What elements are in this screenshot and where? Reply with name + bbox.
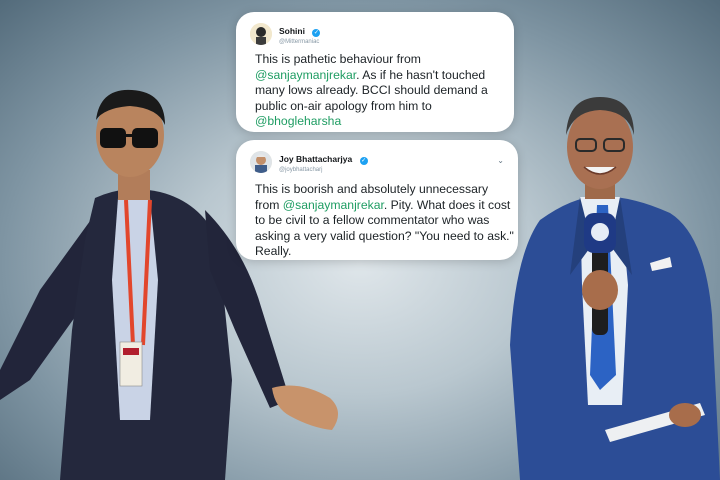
man-with-microphone-figure <box>510 97 720 480</box>
mention-link[interactable]: @bhogleharsha <box>255 114 341 128</box>
tweet-text: This is boorish and absolutely unnecessa… <box>255 182 515 260</box>
tweet-author-name[interactable]: Joy Bhattacharjya <box>279 154 352 164</box>
tweet-text-segment: This is pathetic behaviour from <box>255 52 421 66</box>
tweet-header: Joy Bhattacharjya ✓ @joybhattacharj <box>250 150 368 173</box>
tweet-card-sohini: Sohini ✓ @Mittermaniac This is pathetic … <box>236 12 514 132</box>
photo-collage: Sohini ✓ @Mittermaniac This is pathetic … <box>0 0 720 480</box>
verified-badge-icon: ✓ <box>359 157 368 165</box>
avatar <box>250 22 272 45</box>
mention-link[interactable]: @sanjaymanjrekar <box>255 68 356 82</box>
tweet-author-handle[interactable]: @Mittermaniac <box>279 39 320 45</box>
tweet-author-handle[interactable]: @joybhattacharj <box>279 167 368 173</box>
tweet-header: Sohini ✓ @Mittermaniac <box>250 22 321 45</box>
avatar <box>250 150 272 173</box>
verified-badge-icon: ✓ <box>312 29 321 37</box>
tweet-text: This is pathetic behaviour from @sanjaym… <box>255 52 505 130</box>
mention-link[interactable]: @sanjaymanjrekar <box>283 198 384 212</box>
tweet-card-joy: Joy Bhattacharjya ✓ @joybhattacharj ⌄ Th… <box>236 140 518 260</box>
tweet-author-name[interactable]: Sohini <box>279 26 305 36</box>
chevron-down-icon[interactable]: ⌄ <box>497 156 504 165</box>
